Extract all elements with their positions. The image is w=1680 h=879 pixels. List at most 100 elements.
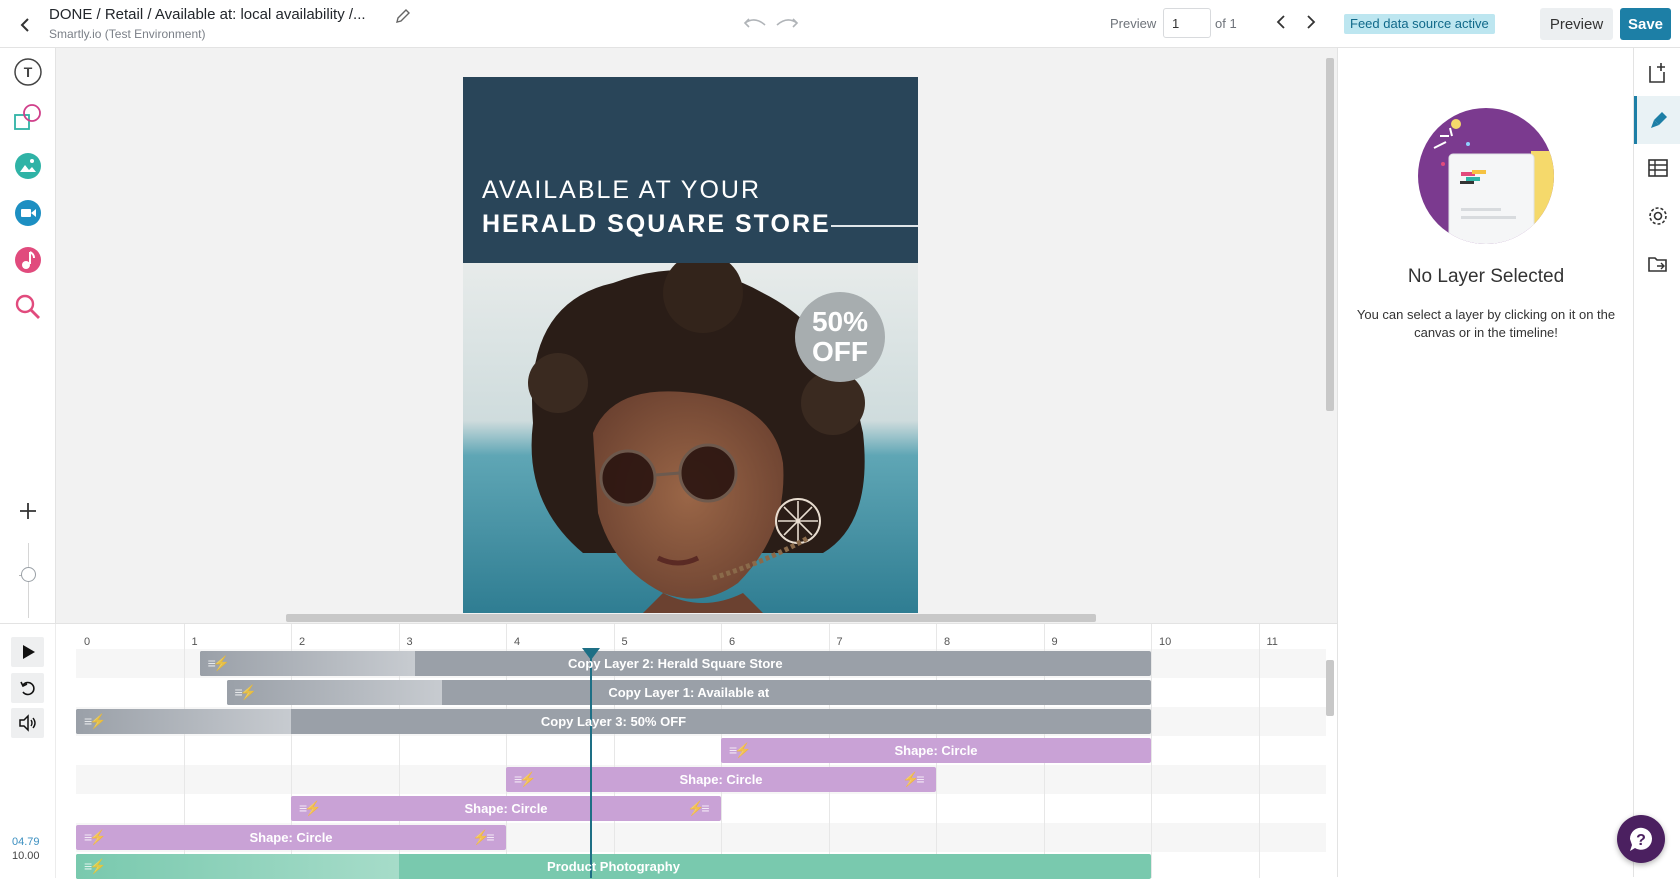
timeline-tick-label: 5 — [621, 636, 628, 648]
add-page-icon[interactable] — [1634, 48, 1680, 96]
current-time: 04.79 — [12, 836, 40, 848]
image-tool-icon[interactable] — [12, 150, 44, 182]
layer-bar-label: Shape: Circle — [249, 830, 333, 845]
timeline-controls: 04.79 10.00 — [0, 624, 56, 878]
timeline-tick-label: 7 — [836, 636, 843, 648]
settings-gear-icon[interactable] — [1634, 192, 1680, 240]
canvas-horizontal-scrollbar[interactable] — [286, 614, 1096, 622]
play-icon[interactable] — [11, 637, 44, 667]
svg-text:T: T — [24, 64, 33, 80]
timeline-tick-label: 10 — [1159, 636, 1172, 648]
no-layer-title: No Layer Selected — [1407, 266, 1565, 287]
layer-fade-segment — [76, 854, 399, 879]
layer-bar-label: Shape: Circle — [679, 772, 763, 787]
feed-status-badge: Feed data source active — [1344, 14, 1495, 34]
timeline-layer-bar[interactable]: ≡⚡ ⚡≡ Shape: Circle — [291, 796, 721, 821]
timeline-layer-bar[interactable]: ≡⚡ ⚡≡ Shape: Circle — [76, 825, 506, 850]
next-page-chevron-icon[interactable] — [1305, 13, 1317, 36]
search-icon[interactable] — [12, 291, 44, 323]
sale-badge[interactable]: 50% OFF — [795, 292, 885, 382]
no-layer-illustration — [1418, 108, 1554, 244]
timeline-tracks: ≡⚡ Copy Layer 2: Herald Square Store ≡⚡ Cop… — [76, 624, 1326, 879]
zoom-slider-handle[interactable] — [21, 567, 36, 582]
animation-in-icon[interactable]: ≡⚡ — [299, 799, 325, 818]
timeline-tick-label: 8 — [944, 636, 951, 648]
timeline-tick-label: 1 — [191, 636, 198, 648]
previous-page-chevron-icon[interactable] — [1275, 13, 1287, 36]
headline-panel[interactable]: AVAILABLE AT YOUR HERALD SQUARE STORE — [463, 77, 918, 263]
timeline-grid-line — [1258, 624, 1260, 878]
undo-icon[interactable] — [743, 14, 767, 37]
animation-in-icon[interactable]: ≡⚡ — [729, 741, 755, 760]
layer-bar-label: Shape: Circle — [894, 743, 978, 758]
timeline-layer-bar[interactable]: ≡⚡ Shape: Circle — [721, 738, 1151, 763]
volume-icon[interactable] — [11, 708, 44, 738]
audio-tool-icon[interactable] — [12, 244, 44, 276]
timeline-layer-bar[interactable]: ≡⚡ Copy Layer 2: Herald Square Store — [199, 651, 1151, 676]
timeline-layer-bar[interactable]: ≡⚡ Copy Layer 1: Available at — [226, 680, 1151, 705]
right-icon-rail — [1633, 48, 1680, 877]
no-layer-hint: You can select a layer by clicking on it… — [1356, 307, 1616, 340]
ad-creative-canvas[interactable]: AVAILABLE AT YOUR HERALD SQUARE STORE 50… — [463, 77, 918, 613]
timeline-layer-bar[interactable]: ≡⚡ ⚡≡ Shape: Circle — [506, 767, 936, 792]
design-brush-icon[interactable] — [1634, 96, 1680, 144]
edit-title-pencil-icon[interactable] — [394, 7, 412, 30]
layer-properties-panel: No Layer Selected You can select a layer… — [1337, 48, 1633, 877]
preview-button[interactable]: Preview — [1540, 8, 1613, 40]
timeline-tick-label: 0 — [84, 636, 91, 648]
export-folder-icon[interactable] — [1634, 240, 1680, 288]
layer-bar-label: Copy Layer 3: 50% OFF — [540, 714, 687, 729]
animation-in-icon[interactable]: ≡⚡ — [514, 770, 540, 789]
help-question-icon: ? — [1629, 827, 1652, 851]
headline-line-1[interactable]: AVAILABLE AT YOUR — [482, 176, 761, 205]
video-tool-icon[interactable] — [12, 197, 44, 229]
zoom-in-icon[interactable] — [17, 500, 39, 527]
back-arrow-icon[interactable] — [12, 12, 38, 38]
timeline-tick-label: 9 — [1051, 636, 1058, 648]
sale-percent-text: 50% — [811, 306, 869, 337]
animation-in-icon[interactable]: ≡⚡ — [84, 828, 110, 847]
timeline-layer-bar[interactable]: ≡⚡ Product Photography — [76, 854, 1151, 879]
animation-in-icon[interactable]: ≡⚡ — [235, 683, 261, 702]
animation-in-icon[interactable]: ≡⚡ — [84, 712, 110, 731]
save-button[interactable]: Save — [1620, 8, 1671, 40]
replay-icon[interactable] — [11, 673, 44, 703]
help-chat-button[interactable]: ? — [1617, 815, 1665, 863]
timeline-tick-label: 6 — [729, 636, 736, 648]
timeline-layer-bar[interactable]: ≡⚡ Copy Layer 3: 50% OFF — [76, 709, 1151, 734]
shape-tool-icon[interactable] — [12, 103, 44, 135]
left-toolbar: T — [0, 48, 56, 649]
layer-bar-label: Shape: Circle — [464, 801, 548, 816]
timeline-ruler[interactable]: 0 1 2 3 4 5 6 7 8 9 10 11 — [76, 624, 1326, 649]
page-count-label: of 1 — [1215, 16, 1237, 31]
animation-in-icon[interactable]: ≡⚡ — [208, 654, 234, 673]
timeline-tick-label: 3 — [406, 636, 413, 648]
animation-out-icon[interactable]: ⚡≡ — [687, 799, 713, 818]
svg-text:?: ? — [1636, 832, 1646, 849]
text-tool-icon[interactable]: T — [12, 56, 44, 88]
timeline-grid-line — [1151, 624, 1152, 878]
layer-bar-label: Product Photography — [547, 859, 680, 874]
top-bar: DONE / Retail / Available at: local avai… — [0, 0, 1680, 48]
page-subtitle: Smartly.io (Test Environment) — [49, 27, 206, 41]
table-grid-icon[interactable] — [1634, 144, 1680, 192]
headline-line-2[interactable]: HERALD SQUARE STORE — [482, 210, 831, 239]
timeline-vertical-scrollbar[interactable] — [1326, 660, 1334, 716]
timeline-tick-label: 4 — [514, 636, 521, 648]
preview-page-label: Preview — [1110, 16, 1157, 31]
playhead[interactable] — [589, 648, 592, 878]
redo-icon[interactable] — [775, 14, 799, 37]
page-title: DONE / Retail / Available at: local avai… — [49, 6, 366, 23]
animation-out-icon[interactable]: ⚡≡ — [902, 770, 928, 789]
headline-rule — [831, 225, 918, 227]
timeline-tick-label: 11 — [1266, 636, 1278, 648]
canvas-vertical-scrollbar[interactable] — [1326, 58, 1334, 411]
animation-out-icon[interactable]: ⚡≡ — [472, 828, 498, 847]
layer-bar-label: Copy Layer 1: Available at — [608, 685, 770, 700]
sale-off-text: OFF — [812, 336, 868, 367]
animation-in-icon[interactable]: ≡⚡ — [84, 857, 110, 876]
timeline-panel: 04.79 10.00 0 1 2 3 4 5 6 7 8 9 10 11 ≡⚡ Copy Layer … — [0, 623, 1337, 879]
page-number-input[interactable] — [1163, 8, 1211, 38]
layer-bar-label: Copy Layer 2: Herald Square Store — [568, 656, 783, 671]
total-duration: 10.00 — [12, 850, 40, 862]
